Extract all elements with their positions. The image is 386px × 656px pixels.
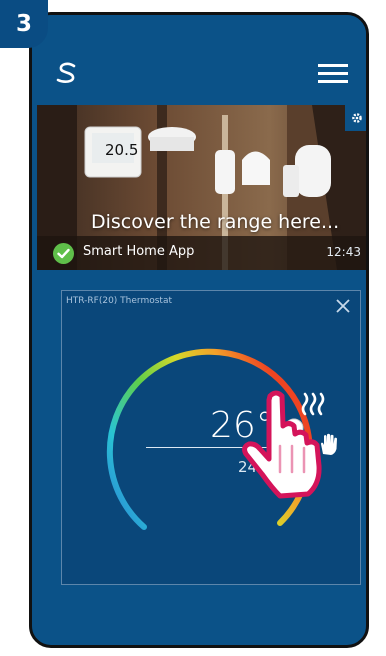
app-header	[32, 15, 366, 101]
banner-footer: Smart Home App 12:43	[37, 236, 366, 270]
hamburger-menu-icon[interactable]	[318, 62, 348, 84]
salus-logo-icon[interactable]	[54, 61, 80, 85]
step-number: 3	[15, 11, 32, 37]
thermostat-display: 20.5	[105, 141, 138, 159]
step-badge: 3	[0, 0, 48, 48]
gear-icon	[352, 113, 362, 123]
promo-banner[interactable]: 20.5 Discover the range here... Smart Ho…	[37, 105, 366, 270]
banner-title: Discover the range here...	[91, 211, 340, 233]
phone-screen: 20.5 Discover the range here... Smart Ho…	[29, 12, 369, 648]
tap-hand-pointer-icon	[242, 390, 322, 499]
app-name-label: Smart Home App	[83, 244, 195, 259]
timestamp: 12:43	[326, 245, 361, 259]
check-circle-icon	[53, 243, 74, 264]
settings-gear-button[interactable]	[345, 105, 366, 131]
